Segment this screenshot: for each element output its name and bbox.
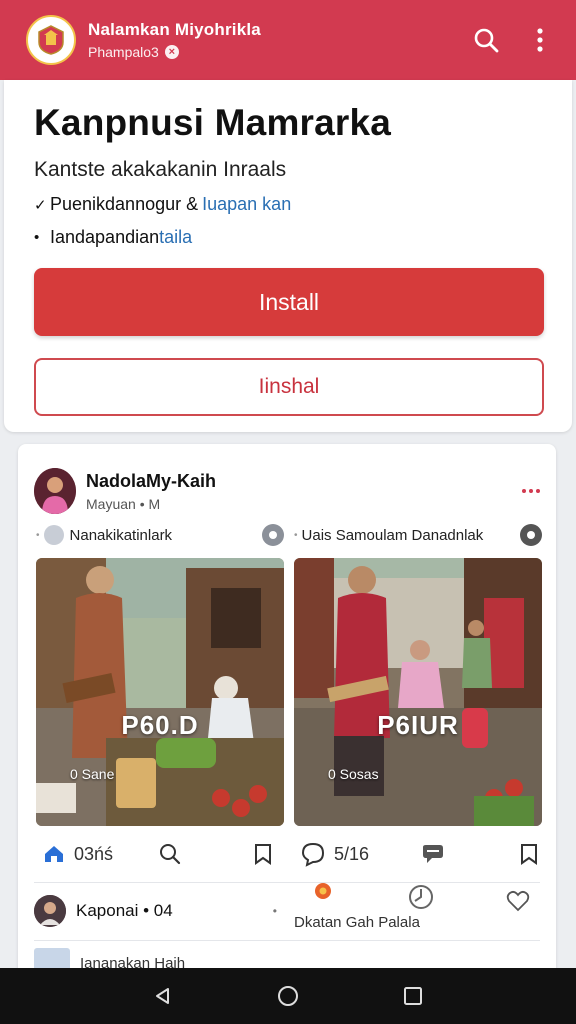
install-title: Kanpnusi Mamrarka [34,102,392,143]
feature-link[interactable]: taila [159,227,192,248]
right-tag-text: Uais Samoulam Danadnlak [301,526,484,544]
commenter-avatar[interactable] [34,895,66,927]
tag-avatar [43,525,64,545]
like-count: 03ńś [74,843,114,864]
more-options-button[interactable] [520,20,560,60]
record-icon[interactable] [520,524,542,546]
right-action-row: 5/16 [300,836,540,872]
post-author-block: NadolaMy-Kaih Mayuan • M [86,471,522,512]
back-button[interactable] [143,976,183,1016]
recents-icon [404,987,423,1005]
install-subtitle: Kantste akakakanin Inraals [34,158,287,181]
home-button[interactable] [268,976,308,1016]
home-circle-icon [277,986,298,1006]
post-author[interactable]: NadolaMy-Kaih [86,471,522,492]
recents-button[interactable] [393,976,433,1016]
photo-label: P6IUR [377,710,459,740]
commenter-name[interactable]: Kaponai • 04 [76,901,173,921]
divider [34,940,540,941]
comment-row: Kaponai • 04 • [34,894,277,928]
feature-text: Iandapandian [50,227,160,247]
post-card: NadolaMy-Kaih Mayuan • M • Nanakikatinla… [18,444,556,984]
home-icon[interactable] [42,842,66,866]
app-bar: Nalamkan Miyohrikla Phampalo3 × [0,0,576,80]
bookmark-icon[interactable] [252,842,274,866]
author-avatar[interactable] [34,468,76,514]
bookmark-icon[interactable] [518,842,540,866]
search-icon[interactable] [158,842,182,866]
back-icon [155,988,169,1004]
check-icon: ✓ [34,196,47,214]
app-subtitle-row: Phampalo3 × [88,44,452,60]
divider [34,882,540,883]
post-meta: Mayuan • M [86,495,161,512]
secondary-install-button[interactable]: Iinshal [34,358,544,416]
install-button[interactable]: Install [34,268,544,336]
left-tag-text: Nanakikatinlark [69,526,173,544]
app-title-block: Nalamkan Miyohrikla Phampalo3 × [88,20,452,60]
photo-count: 0 Sane [70,766,115,782]
system-nav-bar [0,968,576,1024]
app-subtitle: Phampalo3 [88,44,159,60]
flower-icon[interactable] [312,880,334,902]
photo-label: P60.D [121,710,199,740]
separator-dot: • [272,904,277,918]
market-photo-left[interactable]: P60.D 0 Sane [36,558,284,826]
comment-count: 5/16 [334,843,370,864]
app-logo [26,15,76,65]
search-button[interactable] [466,20,506,60]
message-icon[interactable] [420,842,446,866]
reaction-icon[interactable] [408,884,434,910]
right-column-tag: • Uais Samoulam Danadnlak [294,524,542,546]
market-photo-right[interactable]: P6IUR 0 Sosas [294,558,542,826]
bullet-icon: • [34,229,40,246]
feature-text: Puenikdannogur & [50,194,199,214]
left-action-row: 03ńś [42,836,274,872]
app-title: Nalamkan Miyohrikla [88,20,261,39]
more-horiz-icon[interactable] [522,489,540,493]
left-column-tag: • Nanakikatinlark [36,524,284,546]
feature-item: • Iandapandian taila [34,227,544,248]
post-header: NadolaMy-Kaih Mayuan • M [34,466,540,516]
feature-link[interactable]: Iuapan kan [202,194,291,215]
install-card: Kanpnusi Mamrarka Kantste akakakanin Inr… [4,80,572,432]
photo-count: 0 Sosas [328,766,379,782]
close-badge-icon[interactable]: × [164,45,179,59]
record-icon[interactable] [262,524,284,546]
heart-icon[interactable] [506,890,530,912]
comment-icon[interactable] [300,841,326,867]
more-vert-icon [537,28,543,52]
footer-text: Dkatan Gah Palala [294,914,420,931]
search-icon [474,28,499,53]
feature-item: ✓ Puenikdannogur & Iuapan kan [34,194,544,215]
